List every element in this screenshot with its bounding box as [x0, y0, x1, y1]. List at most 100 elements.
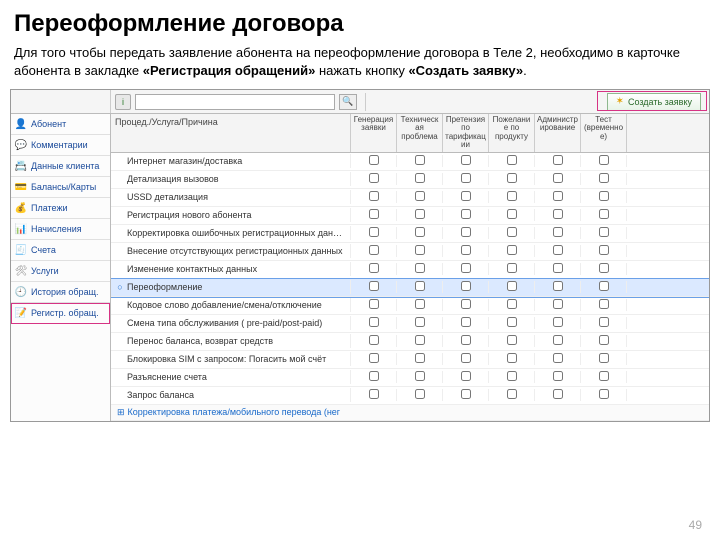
search-input[interactable]: [135, 94, 335, 110]
row-checkbox[interactable]: [415, 281, 425, 291]
search-icon[interactable]: 🔍: [339, 94, 357, 110]
row-checkbox[interactable]: [507, 281, 517, 291]
row-checkbox[interactable]: [369, 299, 379, 309]
row-checkbox[interactable]: [461, 263, 471, 273]
row-checkbox[interactable]: [415, 227, 425, 237]
row-checkbox[interactable]: [599, 173, 609, 183]
row-checkbox[interactable]: [507, 335, 517, 345]
row-checkbox[interactable]: [415, 299, 425, 309]
row-checkbox[interactable]: [415, 245, 425, 255]
row-checkbox[interactable]: [369, 173, 379, 183]
row-checkbox[interactable]: [369, 317, 379, 327]
row-checkbox[interactable]: [461, 227, 471, 237]
sidebar-item-3[interactable]: 💳Балансы/Карты: [11, 177, 110, 198]
sidebar-item-7[interactable]: 🛠Услуги: [11, 261, 110, 282]
row-checkbox[interactable]: [507, 173, 517, 183]
table-row[interactable]: Кодовое слово добавление/смена/отключени…: [111, 297, 709, 315]
row-checkbox[interactable]: [553, 335, 563, 345]
sidebar-item-2[interactable]: 📇Данные клиента: [11, 156, 110, 177]
table-row[interactable]: ○Переоформление: [111, 279, 709, 297]
row-checkbox[interactable]: [461, 389, 471, 399]
expand-row[interactable]: ⊞ Корректировка платежа/мобильного перев…: [111, 405, 709, 421]
row-checkbox[interactable]: [599, 389, 609, 399]
row-checkbox[interactable]: [599, 209, 609, 219]
sidebar-item-6[interactable]: 🧾Счета: [11, 240, 110, 261]
row-checkbox[interactable]: [553, 245, 563, 255]
sidebar-item-0[interactable]: 👤Абонент: [11, 114, 110, 135]
row-checkbox[interactable]: [461, 155, 471, 165]
sidebar-item-4[interactable]: 💰Платежи: [11, 198, 110, 219]
row-checkbox[interactable]: [553, 371, 563, 381]
table-row[interactable]: Детализация вызовов: [111, 171, 709, 189]
row-checkbox[interactable]: [461, 317, 471, 327]
row-checkbox[interactable]: [599, 155, 609, 165]
row-checkbox[interactable]: [461, 299, 471, 309]
row-checkbox[interactable]: [553, 191, 563, 201]
row-checkbox[interactable]: [553, 389, 563, 399]
row-checkbox[interactable]: [553, 173, 563, 183]
row-checkbox[interactable]: [415, 155, 425, 165]
row-checkbox[interactable]: [599, 191, 609, 201]
row-checkbox[interactable]: [415, 335, 425, 345]
row-checkbox[interactable]: [369, 335, 379, 345]
row-checkbox[interactable]: [369, 389, 379, 399]
row-checkbox[interactable]: [507, 155, 517, 165]
row-checkbox[interactable]: [461, 173, 471, 183]
row-checkbox[interactable]: [415, 317, 425, 327]
row-checkbox[interactable]: [369, 227, 379, 237]
table-row[interactable]: Запрос баланса: [111, 387, 709, 405]
row-checkbox[interactable]: [415, 353, 425, 363]
row-checkbox[interactable]: [461, 191, 471, 201]
row-checkbox[interactable]: [507, 209, 517, 219]
row-checkbox[interactable]: [369, 209, 379, 219]
table-row[interactable]: Регистрация нового абонента: [111, 207, 709, 225]
sidebar-item-9[interactable]: 📝Регистр. обращ.: [11, 303, 110, 324]
row-checkbox[interactable]: [553, 299, 563, 309]
row-checkbox[interactable]: [599, 227, 609, 237]
row-checkbox[interactable]: [553, 281, 563, 291]
row-checkbox[interactable]: [599, 335, 609, 345]
row-checkbox[interactable]: [507, 371, 517, 381]
row-checkbox[interactable]: [369, 245, 379, 255]
row-checkbox[interactable]: [599, 317, 609, 327]
row-checkbox[interactable]: [461, 281, 471, 291]
row-checkbox[interactable]: [415, 389, 425, 399]
row-checkbox[interactable]: [507, 353, 517, 363]
row-checkbox[interactable]: [415, 173, 425, 183]
sidebar-item-5[interactable]: 📊Начисления: [11, 219, 110, 240]
row-checkbox[interactable]: [507, 245, 517, 255]
table-row[interactable]: Изменение контактных данных: [111, 261, 709, 279]
row-checkbox[interactable]: [369, 353, 379, 363]
row-checkbox[interactable]: [507, 299, 517, 309]
row-checkbox[interactable]: [507, 227, 517, 237]
row-checkbox[interactable]: [553, 209, 563, 219]
row-checkbox[interactable]: [461, 353, 471, 363]
row-checkbox[interactable]: [599, 353, 609, 363]
row-checkbox[interactable]: [507, 389, 517, 399]
row-checkbox[interactable]: [369, 263, 379, 273]
row-checkbox[interactable]: [507, 317, 517, 327]
row-checkbox[interactable]: [599, 245, 609, 255]
row-checkbox[interactable]: [461, 209, 471, 219]
table-row[interactable]: Разъяснение счета: [111, 369, 709, 387]
row-checkbox[interactable]: [599, 371, 609, 381]
table-row[interactable]: Корректировка ошибочных регистрационных …: [111, 225, 709, 243]
row-checkbox[interactable]: [461, 335, 471, 345]
row-checkbox[interactable]: [599, 281, 609, 291]
table-row[interactable]: Блокировка SIM с запросом: Погасить мой …: [111, 351, 709, 369]
row-checkbox[interactable]: [553, 317, 563, 327]
row-checkbox[interactable]: [553, 263, 563, 273]
table-row[interactable]: Смена типа обслуживания ( pre-paid/post-…: [111, 315, 709, 333]
row-checkbox[interactable]: [553, 155, 563, 165]
row-checkbox[interactable]: [507, 263, 517, 273]
table-row[interactable]: USSD детализация: [111, 189, 709, 207]
row-checkbox[interactable]: [553, 353, 563, 363]
row-checkbox[interactable]: [461, 245, 471, 255]
row-checkbox[interactable]: [599, 263, 609, 273]
row-checkbox[interactable]: [553, 227, 563, 237]
row-checkbox[interactable]: [369, 281, 379, 291]
row-checkbox[interactable]: [415, 191, 425, 201]
row-checkbox[interactable]: [369, 191, 379, 201]
row-checkbox[interactable]: [415, 263, 425, 273]
info-button[interactable]: i: [115, 94, 131, 110]
